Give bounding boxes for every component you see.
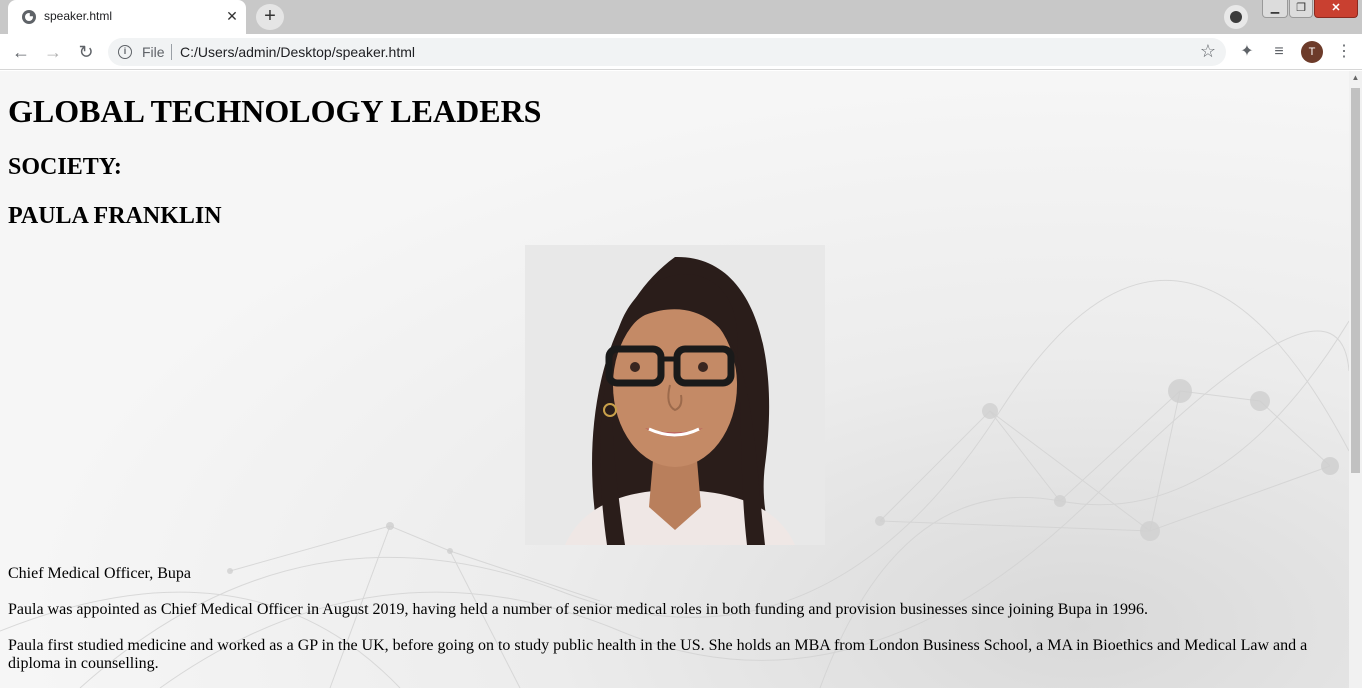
star-icon[interactable]: ☆ xyxy=(1200,41,1216,62)
reload-icon[interactable]: ↻ xyxy=(74,40,98,64)
close-icon[interactable]: ✕ xyxy=(224,8,240,24)
globe-icon xyxy=(22,10,36,24)
address-scheme: File xyxy=(142,44,165,60)
tab-search-icon[interactable] xyxy=(1224,5,1248,29)
new-tab-button[interactable]: + xyxy=(256,4,284,30)
bio-paragraph-2: Paula first studied medicine and worked … xyxy=(8,637,1308,672)
scroll-up-icon[interactable]: ▲ xyxy=(1349,73,1362,85)
forward-icon[interactable]: → xyxy=(41,40,65,64)
address-url[interactable]: C:/Users/admin/Desktop/speaker.html xyxy=(180,44,415,60)
back-icon[interactable]: ← xyxy=(9,40,33,64)
page-title: GLOBAL TECHNOLOGY LEADERS xyxy=(8,93,542,129)
minimize-button[interactable]: ▁ xyxy=(1262,0,1288,18)
info-icon[interactable]: i xyxy=(118,45,132,59)
speaker-name: PAULA FRANKLIN xyxy=(8,203,222,229)
page-content: GLOBAL TECHNOLOGY LEADERS SOCIETY: PAULA… xyxy=(8,71,1338,672)
speaker-role: Chief Medical Officer, Bupa xyxy=(8,565,191,582)
browser-toolbar: ← → ↻ i File C:/Users/admin/Desktop/spea… xyxy=(0,34,1362,70)
page-viewport: GLOBAL TECHNOLOGY LEADERS SOCIETY: PAULA… xyxy=(0,71,1349,688)
maximize-button[interactable]: ❐ xyxy=(1289,0,1313,18)
speaker-photo xyxy=(525,245,825,545)
browser-title-bar: speaker.html ✕ + ▁ ❐ ✕ xyxy=(0,0,1362,34)
address-bar[interactable]: i File C:/Users/admin/Desktop/speaker.ht… xyxy=(108,38,1226,66)
scrollbar-thumb[interactable] xyxy=(1351,88,1360,473)
browser-tab[interactable]: speaker.html ✕ xyxy=(8,0,246,34)
reading-list-icon[interactable]: ≡ xyxy=(1269,42,1289,62)
section-heading: SOCIETY: xyxy=(8,154,122,180)
bio-paragraph-1: Paula was appointed as Chief Medical Off… xyxy=(8,601,1148,618)
menu-icon[interactable]: ⋮ xyxy=(1334,42,1354,62)
tab-title: speaker.html xyxy=(44,9,113,23)
speaker-portrait-illustration xyxy=(525,245,825,545)
address-separator xyxy=(171,44,172,60)
extensions-icon[interactable]: ✦ xyxy=(1237,42,1257,62)
close-window-button[interactable]: ✕ xyxy=(1314,0,1358,18)
vertical-scrollbar[interactable]: ▲ xyxy=(1349,71,1362,688)
avatar[interactable]: T xyxy=(1301,41,1323,63)
